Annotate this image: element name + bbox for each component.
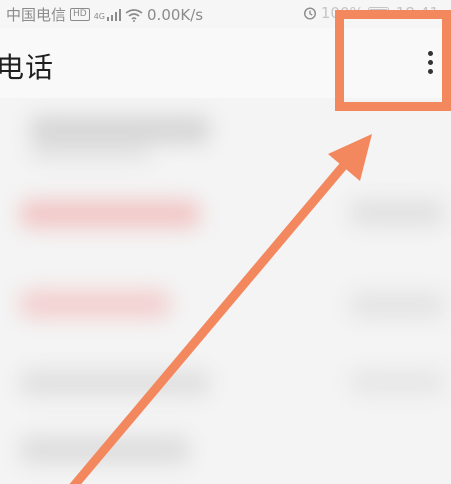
blurred-name [20,370,210,396]
status-bar: 中国电信 HD 4G 0.00K/s 100% 18:41 [0,0,451,28]
app-bar: 电话 [0,28,451,98]
list-item[interactable] [0,268,451,338]
more-options-button[interactable] [412,42,448,82]
more-vertical-icon [427,50,433,56]
more-vertical-icon-dot [427,59,433,65]
list-item[interactable] [0,178,451,248]
blurred-detail [30,146,150,160]
list-item[interactable] [0,348,451,418]
wifi-icon [125,8,143,22]
page-title: 电话 [0,51,55,84]
carrier-name: 中国电信 [6,6,67,24]
blurred-name [20,200,200,228]
status-left: 中国电信 HD 4G 0.00K/s [6,4,203,25]
blurred-name [20,290,170,318]
blurred-time [350,200,445,226]
battery-icon [367,7,392,19]
list-item[interactable] [0,418,451,484]
signal-icon: 4G [93,8,122,21]
blurred-time [350,370,445,394]
more-vertical-icon-dot [427,68,433,74]
blurred-time [350,292,445,318]
network-speed: 0.00K/s [147,5,204,24]
blurred-name [30,116,210,144]
hd-badge-icon: HD [70,8,90,21]
status-right: 100% 18:41 [303,4,439,22]
list-item[interactable] [0,98,451,168]
clock-time: 18:41 [395,4,439,22]
battery-percent: 100% [320,4,364,22]
call-log-list [0,98,451,484]
alarm-icon [303,6,317,20]
blurred-name [20,436,190,464]
network-type-label: 4G [93,11,106,21]
